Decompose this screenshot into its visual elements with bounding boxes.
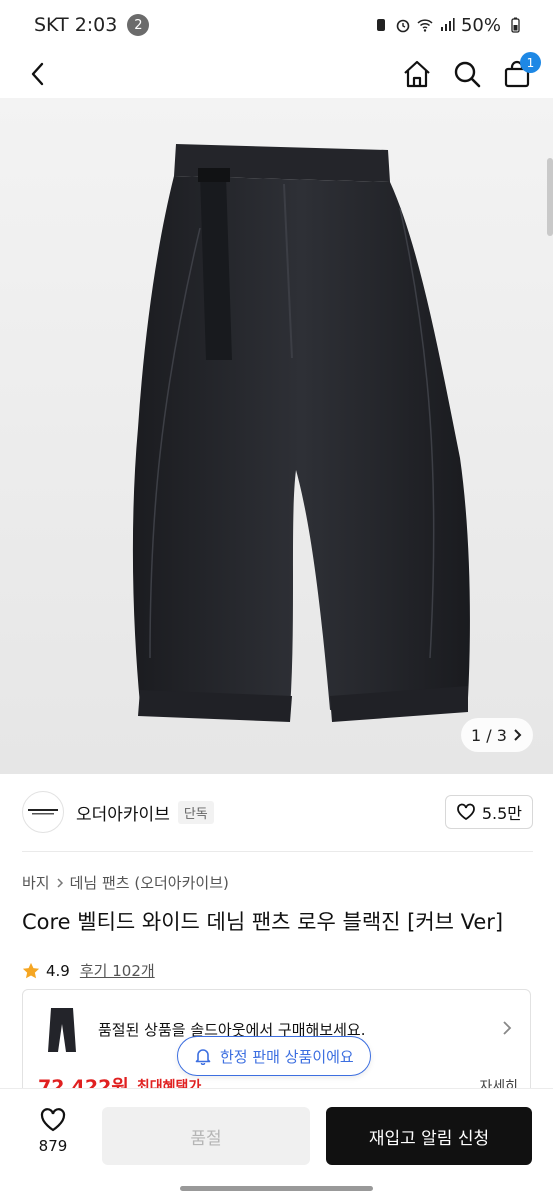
heart-icon (456, 803, 475, 821)
limited-sale-label: 한정 판매 상품이에요 (220, 1047, 354, 1066)
rating-value: 4.9 (46, 961, 70, 980)
heart-icon (40, 1108, 66, 1132)
brand-row: 오더아카이브 단독 5.5만 (22, 788, 533, 836)
chevron-right-icon (514, 729, 522, 741)
home-button[interactable] (401, 58, 433, 90)
bell-icon (195, 1049, 211, 1065)
brand-logo-mark (28, 809, 58, 815)
rating-row: 4.9 후기 102개 (22, 960, 155, 981)
breadcrumb-level1[interactable]: 바지 (22, 872, 50, 893)
header-actions: 1 (401, 52, 541, 90)
search-button[interactable] (451, 58, 483, 90)
soldout-product-thumbnail (48, 1008, 76, 1052)
battery-saver-icon (376, 19, 385, 31)
product-image-carousel[interactable] (0, 98, 553, 774)
restock-alert-button[interactable]: 재입고 알림 신청 (326, 1107, 532, 1165)
product-photo (0, 98, 553, 774)
limited-sale-chip[interactable]: 한정 판매 상품이에요 (177, 1036, 371, 1076)
home-indicator[interactable] (180, 1186, 373, 1191)
soldout-button[interactable]: 품절 (102, 1107, 310, 1165)
back-button[interactable] (20, 56, 56, 92)
app-header: 1 (0, 50, 553, 98)
search-icon (454, 61, 481, 88)
scrollbar-thumb[interactable] (547, 158, 553, 236)
breadcrumb-level2[interactable]: 데님 팬츠 (오더아카이브) (70, 872, 229, 893)
star-icon (22, 962, 40, 978)
status-left: SKT 2:03 2 (34, 14, 150, 36)
bottom-action-bar: 879 품절 재입고 알림 신청 (0, 1088, 553, 1200)
image-counter-text: 1 / 3 (471, 725, 507, 745)
brand-like-button[interactable]: 5.5만 (444, 795, 533, 829)
signal-icon (440, 18, 455, 31)
notification-count-badge: 2 (127, 14, 150, 36)
home-icon (404, 60, 430, 88)
product-title: Core 벨티드 와이드 데님 팬츠 로우 블랙진 [커브 Ver] (22, 910, 504, 934)
cart-count-badge: 1 (520, 52, 541, 73)
battery-icon (511, 17, 520, 33)
exclusive-tag: 단독 (177, 800, 214, 824)
breadcrumb: 바지 데님 팬츠 (오더아카이브) (22, 872, 229, 893)
brand-like-count: 5.5만 (481, 804, 522, 823)
breadcrumb-separator-icon (57, 877, 63, 888)
status-bar: SKT 2:03 2 50% (0, 0, 553, 50)
divider (22, 851, 533, 852)
status-right: 50% (373, 15, 523, 36)
image-counter[interactable]: 1 / 3 (461, 718, 533, 752)
chevron-left-icon (31, 62, 44, 86)
cart-button[interactable]: 1 (501, 52, 541, 90)
product-like-button[interactable]: 879 (22, 1107, 84, 1155)
brand-name[interactable]: 오더아카이브 (76, 800, 170, 825)
wifi-icon (417, 19, 433, 32)
review-count-link[interactable]: 후기 102개 (80, 960, 155, 981)
chevron-right-icon (503, 1021, 512, 1035)
status-time: SKT 2:03 (34, 14, 118, 36)
battery-percent: 50% (460, 14, 501, 36)
product-like-count: 879 (38, 1137, 68, 1155)
brand-logo[interactable] (22, 791, 64, 833)
alarm-icon (396, 19, 410, 33)
